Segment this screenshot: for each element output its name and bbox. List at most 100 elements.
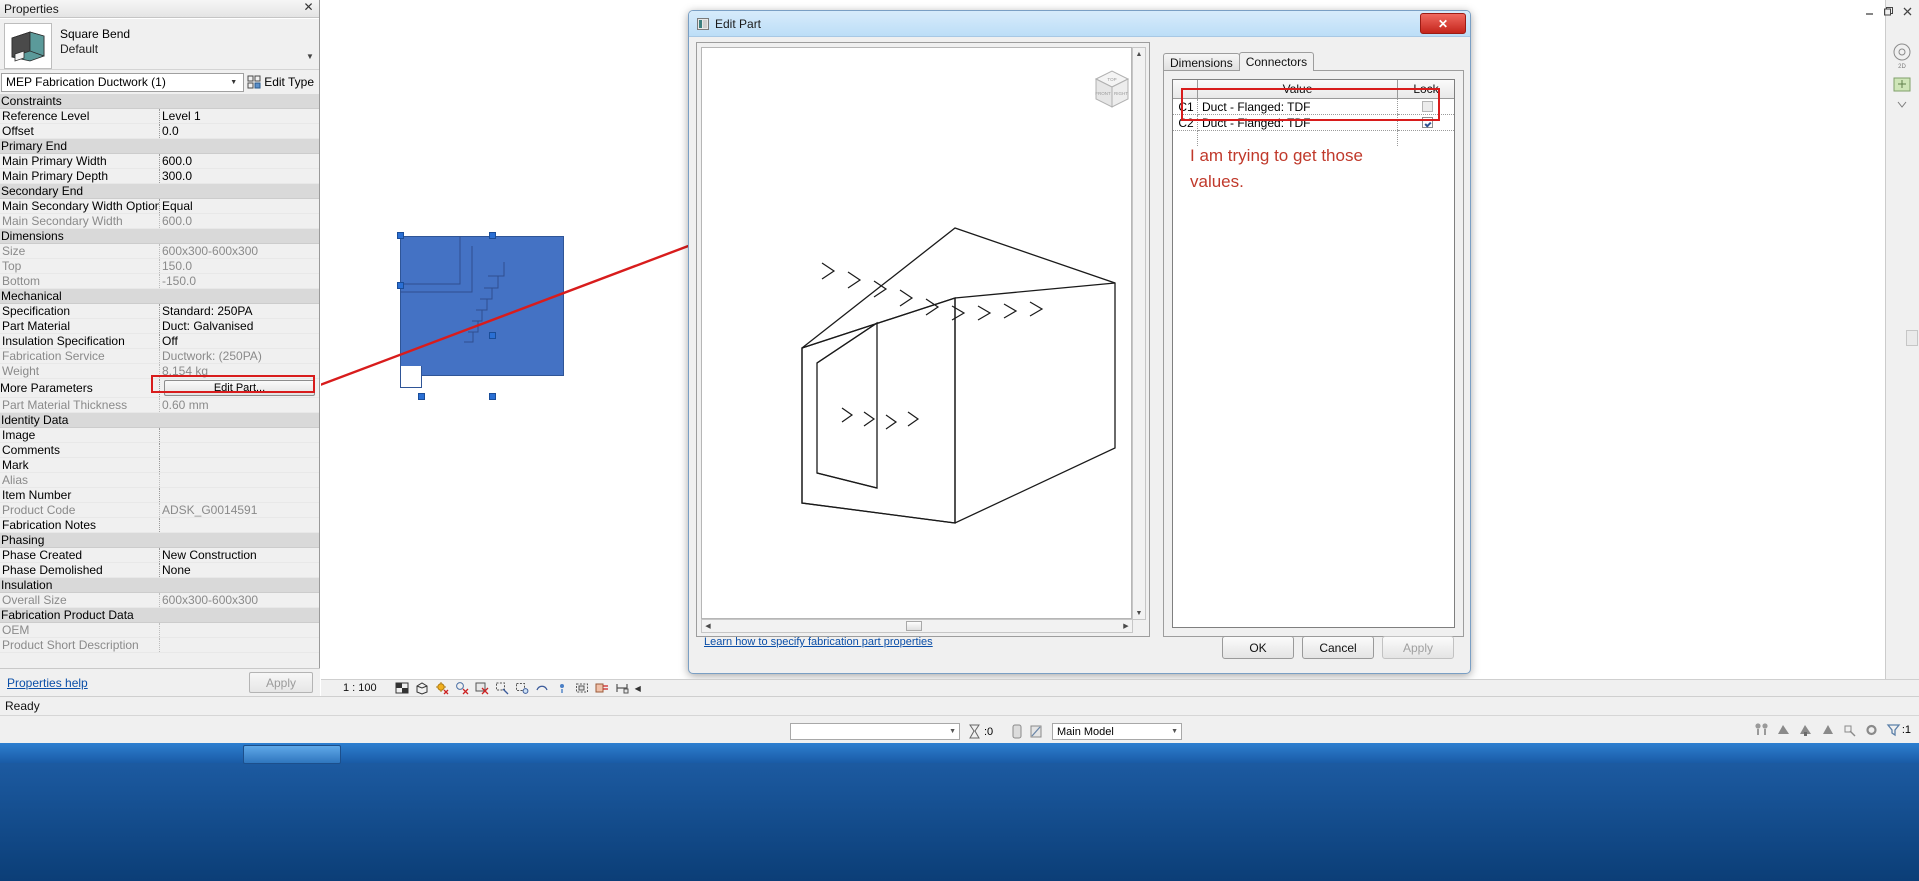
chevron-down-icon[interactable]: ▼ bbox=[303, 23, 317, 65]
navigation-tools-group[interactable]: 2D bbox=[1889, 40, 1915, 120]
type-selector-value: MEP Fabrication Ductwork (1) bbox=[6, 75, 166, 89]
chevron-right-icon[interactable]: ▶ bbox=[1120, 620, 1132, 632]
property-value[interactable]: 600.0 bbox=[159, 153, 319, 169]
design-option-icon[interactable] bbox=[1010, 723, 1024, 740]
property-key: Part Material bbox=[0, 318, 160, 334]
editable-icon[interactable] bbox=[1754, 722, 1769, 738]
edit-type-button[interactable]: Edit Type bbox=[247, 75, 318, 89]
property-key: Overall Size bbox=[0, 592, 160, 608]
close-icon[interactable] bbox=[1902, 6, 1913, 17]
property-group-label: Dimensions bbox=[0, 228, 319, 244]
workset-dropdown[interactable]: Main Model ▼ bbox=[1052, 723, 1182, 740]
preview-hscroll-thumb[interactable] bbox=[906, 621, 922, 631]
property-value[interactable]: None bbox=[159, 562, 319, 578]
property-key: Main Secondary Width bbox=[0, 213, 160, 229]
property-value[interactable]: Equal bbox=[159, 198, 319, 214]
apply-button[interactable]: Apply bbox=[1382, 636, 1454, 659]
chevron-down-icon: ▼ bbox=[1171, 728, 1178, 735]
rendering-dialog-icon[interactable] bbox=[475, 681, 489, 695]
status-combo-input[interactable]: ▼ bbox=[790, 723, 960, 740]
part-preview-viewport[interactable] bbox=[701, 47, 1132, 619]
property-value bbox=[159, 472, 319, 488]
analytical-model-icon[interactable] bbox=[595, 681, 609, 695]
table-row[interactable]: C1 Duct - Flanged: TDF bbox=[1173, 98, 1454, 115]
property-value[interactable]: 0.0 bbox=[159, 123, 319, 139]
property-value[interactable]: New Construction bbox=[159, 547, 319, 563]
property-value[interactable] bbox=[159, 442, 319, 458]
property-key: Insulation Specification bbox=[0, 333, 160, 349]
dialog-title-bar[interactable]: Edit Part ✕ bbox=[689, 11, 1470, 37]
lock-checkbox[interactable] bbox=[1421, 116, 1433, 128]
exclude-options-icon[interactable] bbox=[1820, 722, 1835, 738]
property-row: Bottom -150.0 bbox=[0, 273, 319, 289]
property-value[interactable] bbox=[159, 457, 319, 473]
select-link-icon[interactable] bbox=[1842, 722, 1857, 738]
property-value: 0.60 mm bbox=[159, 397, 319, 413]
shadows-icon[interactable] bbox=[455, 681, 469, 695]
properties-help-link[interactable]: Properties help bbox=[7, 676, 88, 690]
settings-icon[interactable] bbox=[1864, 722, 1879, 738]
property-row: Top 150.0 bbox=[0, 258, 319, 274]
preview-vertical-scrollbar[interactable]: ▲ ▼ bbox=[1132, 47, 1146, 620]
visual-style-icon[interactable] bbox=[415, 681, 429, 695]
filter-group[interactable]: :1 bbox=[1886, 722, 1911, 738]
chevron-down-icon: ▼ bbox=[230, 78, 238, 86]
crop-view-icon[interactable] bbox=[495, 681, 509, 695]
property-key: Weight bbox=[0, 363, 160, 379]
temporary-hide-isolate-icon[interactable] bbox=[555, 681, 569, 695]
property-group-label: Identity Data bbox=[0, 412, 319, 428]
property-value[interactable] bbox=[159, 487, 319, 503]
property-value[interactable]: Level 1 bbox=[159, 108, 319, 124]
show-crop-region-icon[interactable] bbox=[515, 681, 529, 695]
property-group-label: Fabrication Product Data bbox=[0, 607, 319, 623]
property-value[interactable]: Standard: 250PA bbox=[159, 303, 319, 319]
preview-horizontal-scrollbar[interactable]: ◀ ▶ bbox=[701, 619, 1133, 633]
connector-value[interactable]: Duct - Flanged: TDF bbox=[1197, 114, 1398, 131]
constraints-icon[interactable] bbox=[615, 681, 629, 695]
property-value[interactable] bbox=[159, 427, 319, 443]
worksets-icon[interactable] bbox=[1798, 722, 1813, 738]
taskbar-item[interactable] bbox=[243, 745, 341, 764]
property-key: Image bbox=[0, 427, 160, 443]
property-value[interactable]: 300.0 bbox=[159, 168, 319, 184]
tab-connectors[interactable]: Connectors bbox=[1238, 52, 1315, 71]
chevron-left-icon[interactable]: ◀ bbox=[702, 620, 714, 632]
property-value[interactable] bbox=[159, 517, 319, 533]
sun-path-icon[interactable] bbox=[435, 681, 449, 695]
chevron-up-icon[interactable]: ▲ bbox=[1133, 48, 1145, 60]
svg-text:2D: 2D bbox=[1898, 64, 1906, 70]
chevron-down-icon[interactable]: ▼ bbox=[1133, 607, 1145, 619]
dialog-close-button[interactable]: ✕ bbox=[1420, 13, 1466, 34]
worksets-toggle-icon[interactable] bbox=[1029, 723, 1043, 740]
minimize-icon[interactable] bbox=[1864, 6, 1875, 17]
fabrication-help-link[interactable]: Learn how to specify fabrication part pr… bbox=[704, 636, 933, 648]
detail-level-icon[interactable] bbox=[395, 681, 409, 695]
design-option-icon[interactable] bbox=[1776, 722, 1791, 738]
tab-dimensions[interactable]: Dimensions bbox=[1163, 53, 1240, 71]
connector-id: C2 bbox=[1173, 114, 1198, 131]
property-value[interactable]: Off bbox=[159, 333, 319, 349]
restore-icon[interactable] bbox=[1883, 6, 1894, 17]
reveal-hidden-elements-icon[interactable] bbox=[575, 681, 589, 695]
property-value: -150.0 bbox=[159, 273, 319, 289]
more-icon[interactable]: ◀ bbox=[635, 684, 641, 693]
properties-apply-button[interactable]: Apply bbox=[249, 672, 313, 693]
connector-value[interactable]: Duct - Flanged: TDF bbox=[1197, 98, 1398, 115]
viewcube-icon[interactable]: TOP FRONT RIGHT bbox=[1082, 63, 1138, 119]
property-value: Ductwork: (250PA) bbox=[159, 348, 319, 364]
table-row[interactable]: C2 Duct - Flanged: TDF bbox=[1173, 114, 1454, 131]
lock-checkbox[interactable] bbox=[1421, 100, 1433, 112]
type-selector-dropdown[interactable]: MEP Fabrication Ductwork (1) ▼ bbox=[1, 72, 245, 92]
ok-button[interactable]: OK bbox=[1222, 636, 1294, 659]
property-group-header: Secondary End bbox=[0, 183, 319, 199]
selection-count-group[interactable]: :0 bbox=[968, 724, 993, 739]
property-row: Part Material Duct: Galvanised bbox=[0, 318, 319, 334]
property-value[interactable]: Duct: Galvanised bbox=[159, 318, 319, 334]
lock-3d-view-icon[interactable] bbox=[535, 681, 549, 695]
cancel-button[interactable]: Cancel bbox=[1302, 636, 1374, 659]
chevron-down-icon: ▼ bbox=[949, 728, 956, 735]
view-scale-label[interactable]: 1 : 100 bbox=[343, 682, 377, 694]
close-icon[interactable]: ✕ bbox=[302, 1, 315, 15]
right-scroll-thumb[interactable] bbox=[1906, 330, 1918, 346]
property-key: Comments bbox=[0, 442, 160, 458]
